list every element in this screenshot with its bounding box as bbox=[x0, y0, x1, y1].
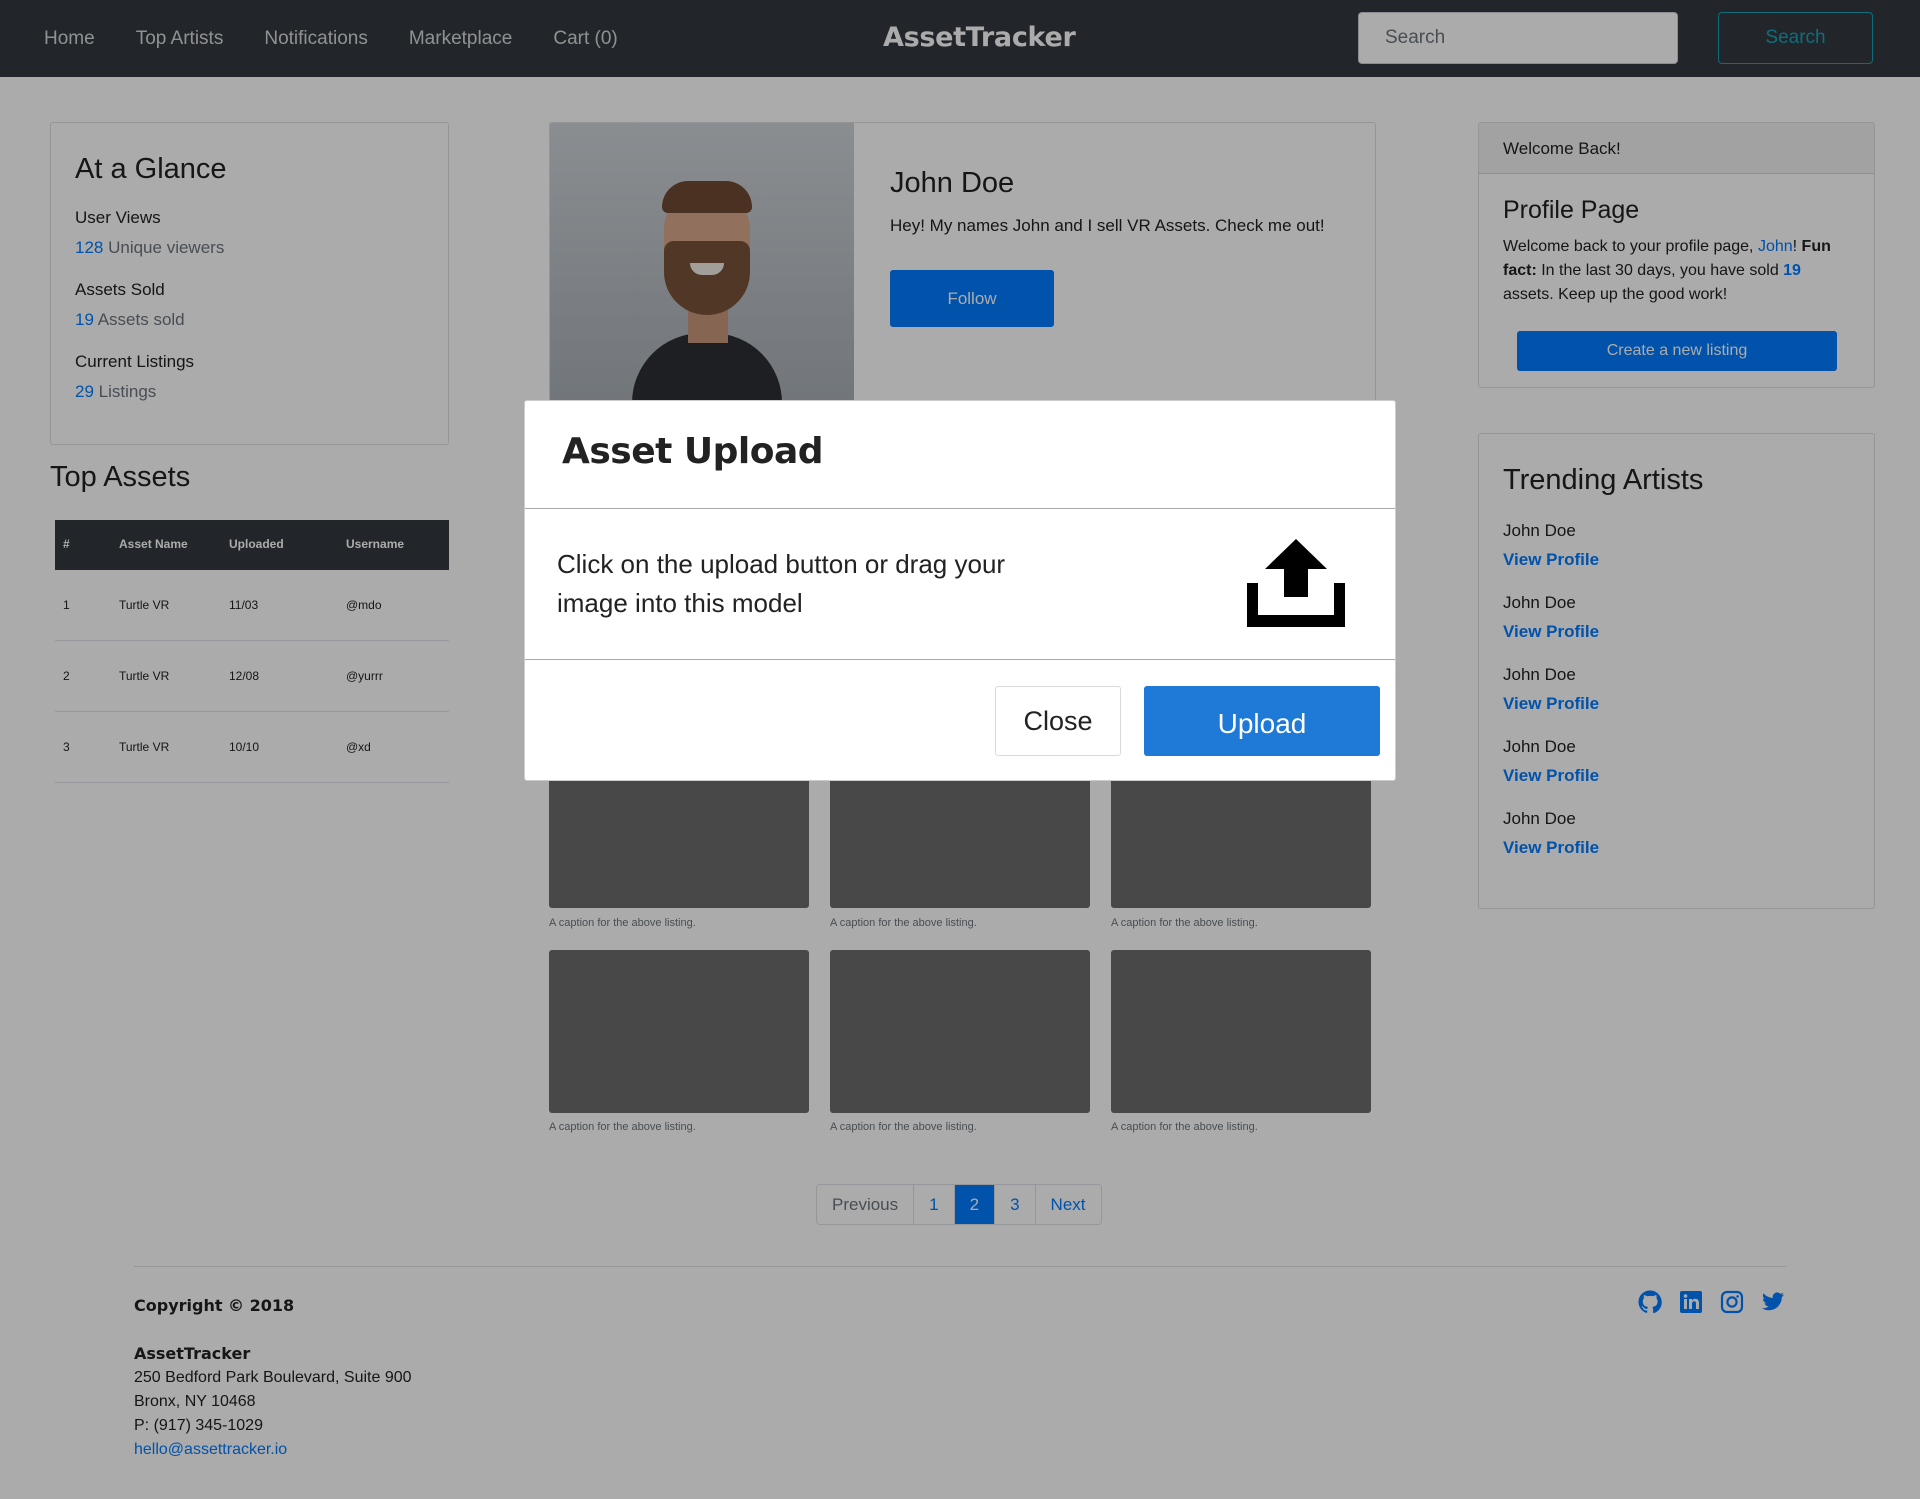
close-button[interactable]: Close bbox=[995, 686, 1121, 756]
modal-header: Asset Upload bbox=[525, 401, 1395, 509]
modal-body[interactable]: Click on the upload button or drag your … bbox=[525, 509, 1395, 660]
asset-upload-modal: Asset Upload Click on the upload button … bbox=[524, 400, 1396, 781]
modal-title: Asset Upload bbox=[562, 431, 824, 472]
upload-icon[interactable] bbox=[1247, 539, 1345, 627]
upload-button[interactable]: Upload bbox=[1144, 686, 1380, 756]
modal-body-text: Click on the upload button or drag your … bbox=[557, 549, 1006, 618]
